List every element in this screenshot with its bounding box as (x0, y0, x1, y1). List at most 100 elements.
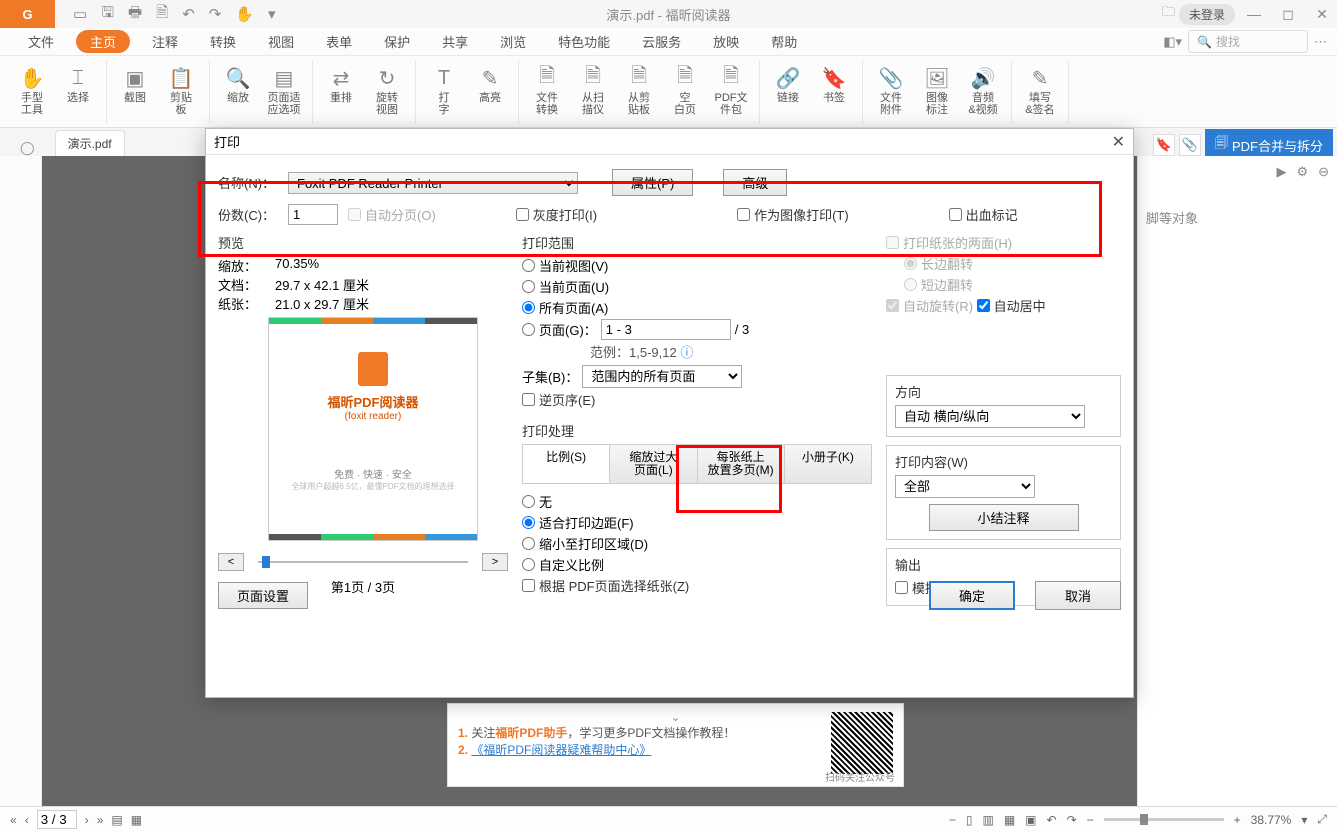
properties-button[interactable]: 属性(P) (612, 169, 693, 196)
fit-margin-radio[interactable] (522, 516, 535, 529)
sb-icon-1[interactable]: ▤ (111, 813, 122, 827)
hand-icon[interactable]: ✋ (235, 5, 254, 23)
copies-input[interactable] (288, 204, 338, 225)
all-pages-radio[interactable] (522, 301, 535, 314)
export-icon[interactable]: 🗎 (156, 2, 168, 27)
proc-booklet-button[interactable]: 小册子(K) (785, 445, 871, 483)
play-icon[interactable]: ▶ (1276, 164, 1286, 180)
subset-select[interactable]: 范围内的所有页面 (582, 365, 742, 388)
last-page-icon[interactable]: » (97, 813, 104, 827)
ribbon-typewriter[interactable]: T打 字 (422, 60, 466, 124)
undo-icon[interactable]: ↶ (182, 5, 195, 23)
menu-home[interactable]: 主页 (76, 30, 130, 53)
first-page-icon[interactable]: « (10, 813, 17, 827)
ribbon-from-scanner[interactable]: 🗎从扫 描仪 (571, 60, 615, 124)
proc-shrink-button[interactable]: 缩放过大 页面(L) (610, 445, 697, 483)
fit-custom-radio[interactable] (522, 558, 535, 571)
folder-icon[interactable]: 🗀 (1162, 3, 1175, 25)
next-page-icon[interactable]: › (85, 813, 89, 827)
ribbon-zoom[interactable]: 🔍缩放 (216, 60, 260, 124)
promo-arrow-icon[interactable]: ⌄ (458, 710, 893, 724)
zoom-in-icon[interactable]: + (1234, 813, 1241, 827)
start-icon[interactable]: ◯ (10, 140, 45, 156)
prev-page-icon[interactable]: ‹ (25, 813, 29, 827)
dialog-close-icon[interactable]: ✕ (1112, 132, 1125, 152)
redo-icon[interactable]: ↷ (209, 5, 222, 23)
proc-multi-button[interactable]: 每张纸上 放置多页(M) (698, 445, 785, 483)
preview-slider[interactable] (258, 555, 468, 569)
ribbon-link[interactable]: 🔗链接 (766, 60, 810, 124)
ribbon-audio-video[interactable]: 🔊音频 &视频 (961, 60, 1005, 124)
gear-icon[interactable]: ⚙ (1296, 164, 1308, 180)
rotate-left-icon[interactable]: ↶ (1047, 813, 1057, 827)
search-input[interactable]: 🔍搜找 (1188, 30, 1308, 53)
menu-view[interactable]: 视图 (258, 28, 304, 55)
attachments-panel-icon[interactable]: 📎 (1179, 134, 1201, 156)
style-icon[interactable]: ◧▾ (1163, 34, 1182, 50)
proc-scale-button[interactable]: 比例(S) (523, 445, 610, 483)
menu-help[interactable]: 帮助 (761, 28, 807, 55)
sb-icon-2[interactable]: ▦ (131, 813, 142, 827)
preview-next-button[interactable]: > (482, 553, 508, 571)
cancel-button[interactable]: 取消 (1035, 581, 1121, 610)
current-view-radio[interactable] (522, 259, 535, 272)
menu-protect[interactable]: 保护 (374, 28, 420, 55)
info-icon[interactable]: ⓘ (680, 345, 693, 360)
menu-convert[interactable]: 转换 (200, 28, 246, 55)
ribbon-file-convert[interactable]: 🗎文件 转换 (525, 60, 569, 124)
promo-help-link[interactable]: 《福昕PDF阅读器疑难帮助中心》 (471, 743, 651, 757)
summarize-comments-button[interactable]: 小结注释 (929, 504, 1079, 531)
ribbon-pdf-file[interactable]: 🗎PDF文 件包 (709, 60, 753, 124)
zoom-out-icon[interactable]: − (949, 813, 956, 827)
advanced-button[interactable]: 高级 (723, 169, 787, 196)
ribbon-bookmark[interactable]: 🔖书签 (812, 60, 856, 124)
ribbon-fill-sign[interactable]: ✎填写 &签名 (1018, 60, 1062, 124)
ribbon-image-annot[interactable]: 🖼图像 标注 (915, 60, 959, 124)
ribbon-snapshot[interactable]: ▣截图 (113, 60, 157, 124)
collapse-icon[interactable]: ⊖ (1318, 164, 1329, 180)
ribbon-reflow[interactable]: ⇄重排 (319, 60, 363, 124)
ribbon-highlight[interactable]: ✎高亮 (468, 60, 512, 124)
ribbon-blank[interactable]: 🗎空 白页 (663, 60, 707, 124)
layout-single-icon[interactable]: ▯ (966, 813, 973, 827)
menu-form[interactable]: 表单 (316, 28, 362, 55)
open-icon[interactable]: ▭ (73, 5, 87, 23)
ribbon-fit[interactable]: ▤页面适 应选项 (262, 60, 306, 124)
menu-browse[interactable]: 浏览 (490, 28, 536, 55)
menu-cloud[interactable]: 云服务 (632, 28, 691, 55)
bookmarks-panel-icon[interactable]: 🔖 (1153, 134, 1175, 156)
layout-continuous-icon[interactable]: ▥ (982, 813, 993, 827)
zoom-slider[interactable] (1104, 818, 1224, 821)
page-number-input[interactable] (37, 810, 77, 829)
layout-facing-icon[interactable]: ▦ (1004, 813, 1015, 827)
ribbon-select[interactable]: ⌶选择 (56, 60, 100, 124)
save-icon[interactable]: 🖫 (101, 2, 114, 27)
bleed-marks-checkbox[interactable]: 出血标记 (949, 205, 1018, 224)
print-as-image-checkbox[interactable]: 作为图像打印(T) (737, 205, 849, 224)
reverse-order-checkbox[interactable]: 逆页序(E) (522, 390, 595, 409)
ribbon-hand-tool[interactable]: ✋手型 工具 (10, 60, 54, 124)
ribbon-clipboard[interactable]: 📋剪贴 板 (159, 60, 203, 124)
rotate-right-icon[interactable]: ↷ (1067, 813, 1077, 827)
menu-comment[interactable]: 注释 (142, 28, 188, 55)
menu-features[interactable]: 特色功能 (548, 28, 620, 55)
ribbon-from-clipboard[interactable]: 🗎从剪 贴板 (617, 60, 661, 124)
maximize-button[interactable]: ◻ (1273, 6, 1303, 23)
page-setup-button[interactable]: 页面设置 (218, 582, 308, 609)
fit-none-radio[interactable] (522, 495, 535, 508)
ribbon-file-attach[interactable]: 📎文件 附件 (869, 60, 913, 124)
fit-shrink-radio[interactable] (522, 537, 535, 550)
layout-cover-icon[interactable]: ▣ (1025, 813, 1036, 827)
menu-slideshow[interactable]: 放映 (703, 28, 749, 55)
pages-input[interactable] (601, 319, 731, 340)
menu-share[interactable]: 共享 (432, 28, 478, 55)
pages-radio[interactable] (522, 323, 535, 336)
grayscale-checkbox[interactable]: 灰度打印(I) (516, 205, 597, 224)
preview-prev-button[interactable]: < (218, 553, 244, 571)
document-tab[interactable]: 演示.pdf (55, 130, 125, 156)
fullscreen-icon[interactable]: ⤢ (1317, 812, 1327, 827)
menu-file[interactable]: 文件 (18, 28, 64, 55)
close-button[interactable]: ✕ (1307, 6, 1337, 23)
left-sidebar[interactable] (0, 156, 42, 806)
qat-more-icon[interactable]: ▾ (268, 5, 276, 23)
